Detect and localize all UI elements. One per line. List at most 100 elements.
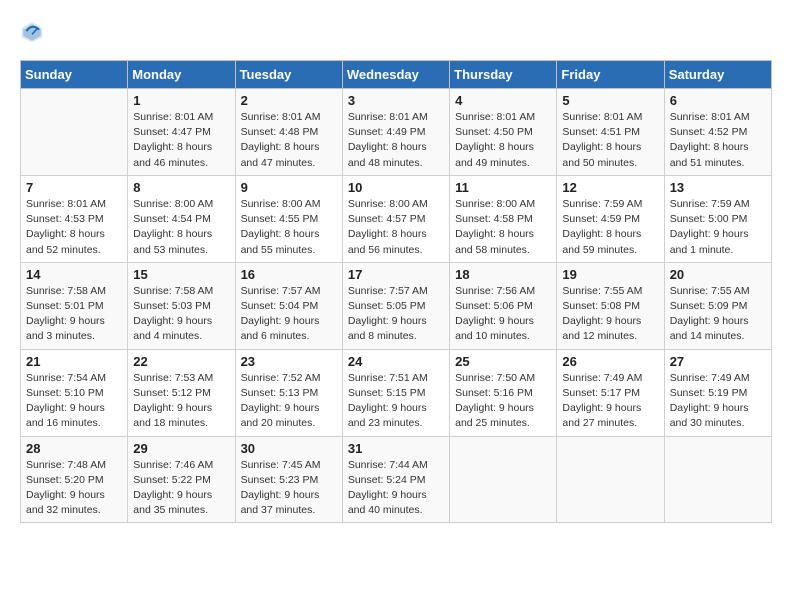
day-info: Sunrise: 7:54 AM Sunset: 5:10 PM Dayligh… [26,371,122,432]
day-number: 22 [133,354,229,369]
day-number: 3 [348,93,444,108]
calendar-cell: 19Sunrise: 7:55 AM Sunset: 5:08 PM Dayli… [557,262,664,349]
column-header-thursday: Thursday [450,61,557,89]
day-number: 21 [26,354,122,369]
day-info: Sunrise: 8:01 AM Sunset: 4:50 PM Dayligh… [455,110,551,171]
calendar-cell: 2 Sunrise: 8:01 AM Sunset: 4:48 PM Daylig… [235,89,342,176]
day-number: 2 [241,93,337,108]
day-info: Sunrise: 7:52 AM Sunset: 5:13 PM Dayligh… [241,371,337,432]
calendar-cell: 9Sunrise: 8:00 AM Sunset: 4:55 PM Daylig… [235,175,342,262]
day-number: 23 [241,354,337,369]
calendar-cell: 4 Sunrise: 8:01 AM Sunset: 4:50 PM Daylig… [450,89,557,176]
calendar-cell: 14Sunrise: 7:58 AM Sunset: 5:01 PM Dayli… [21,262,128,349]
calendar-cell: 20Sunrise: 7:55 AM Sunset: 5:09 PM Dayli… [664,262,771,349]
day-info: Sunrise: 7:51 AM Sunset: 5:15 PM Dayligh… [348,371,444,432]
day-number: 8 [133,180,229,195]
day-info: Sunrise: 8:00 AM Sunset: 4:54 PM Dayligh… [133,197,229,258]
day-number: 18 [455,267,551,282]
day-info: Sunrise: 7:59 AM Sunset: 5:00 PM Dayligh… [670,197,766,258]
calendar-cell [450,436,557,523]
day-info: Sunrise: 7:56 AM Sunset: 5:06 PM Dayligh… [455,284,551,345]
day-info: Sunrise: 7:44 AM Sunset: 5:24 PM Dayligh… [348,458,444,519]
day-number: 13 [670,180,766,195]
calendar-cell [664,436,771,523]
day-info: Sunrise: 7:58 AM Sunset: 5:03 PM Dayligh… [133,284,229,345]
day-number: 1 [133,93,229,108]
day-info: Sunrise: 7:49 AM Sunset: 5:19 PM Dayligh… [670,371,766,432]
calendar-cell: 16 Sunrise: 7:57 AM Sunset: 5:04 PM Dayli… [235,262,342,349]
day-info: Sunrise: 7:59 AM Sunset: 4:59 PM Dayligh… [562,197,658,258]
day-number: 28 [26,441,122,456]
day-info: Sunrise: 7:48 AM Sunset: 5:20 PM Dayligh… [26,458,122,519]
calendar-cell: 29 Sunrise: 7:46 AM Sunset: 5:22 PM Dayli… [128,436,235,523]
calendar-cell: 7 Sunrise: 8:01 AM Sunset: 4:53 PM Daylig… [21,175,128,262]
calendar-week-5: 28 Sunrise: 7:48 AM Sunset: 5:20 PM Dayli… [21,436,772,523]
calendar-cell: 25 Sunrise: 7:50 AM Sunset: 5:16 PM Dayli… [450,349,557,436]
day-info: Sunrise: 7:46 AM Sunset: 5:22 PM Dayligh… [133,458,229,519]
day-info: Sunrise: 7:45 AM Sunset: 5:23 PM Dayligh… [241,458,337,519]
day-number: 25 [455,354,551,369]
day-number: 15 [133,267,229,282]
calendar-cell: 27Sunrise: 7:49 AM Sunset: 5:19 PM Dayli… [664,349,771,436]
calendar-cell: 3 Sunrise: 8:01 AM Sunset: 4:49 PM Daylig… [342,89,449,176]
calendar-cell: 26Sunrise: 7:49 AM Sunset: 5:17 PM Dayli… [557,349,664,436]
column-header-wednesday: Wednesday [342,61,449,89]
day-number: 7 [26,180,122,195]
day-number: 10 [348,180,444,195]
column-header-tuesday: Tuesday [235,61,342,89]
day-info: Sunrise: 8:01 AM Sunset: 4:49 PM Dayligh… [348,110,444,171]
calendar-cell [557,436,664,523]
calendar-cell: 13 Sunrise: 7:59 AM Sunset: 5:00 PM Dayli… [664,175,771,262]
calendar-cell: 6 Sunrise: 8:01 AM Sunset: 4:52 PM Daylig… [664,89,771,176]
calendar-table: SundayMondayTuesdayWednesdayThursdayFrid… [20,60,772,523]
calendar-week-1: 1 Sunrise: 8:01 AM Sunset: 4:47 PM Daylig… [21,89,772,176]
day-number: 31 [348,441,444,456]
day-info: Sunrise: 8:01 AM Sunset: 4:53 PM Dayligh… [26,197,122,258]
calendar-cell: 30 Sunrise: 7:45 AM Sunset: 5:23 PM Dayli… [235,436,342,523]
page-header [20,20,772,44]
calendar-cell: 8 Sunrise: 8:00 AM Sunset: 4:54 PM Daylig… [128,175,235,262]
column-headers: SundayMondayTuesdayWednesdayThursdayFrid… [21,61,772,89]
calendar-cell: 12 Sunrise: 7:59 AM Sunset: 4:59 PM Dayli… [557,175,664,262]
day-number: 6 [670,93,766,108]
day-number: 5 [562,93,658,108]
day-number: 29 [133,441,229,456]
day-info: Sunrise: 7:57 AM Sunset: 5:04 PM Dayligh… [241,284,337,345]
calendar-cell: 22 Sunrise: 7:53 AM Sunset: 5:12 PM Dayli… [128,349,235,436]
day-info: Sunrise: 7:57 AM Sunset: 5:05 PM Dayligh… [348,284,444,345]
day-number: 11 [455,180,551,195]
calendar-week-3: 14Sunrise: 7:58 AM Sunset: 5:01 PM Dayli… [21,262,772,349]
calendar-cell: 21 Sunrise: 7:54 AM Sunset: 5:10 PM Dayli… [21,349,128,436]
calendar-cell [21,89,128,176]
day-number: 26 [562,354,658,369]
day-number: 16 [241,267,337,282]
day-number: 9 [241,180,337,195]
day-number: 24 [348,354,444,369]
calendar-cell: 5 Sunrise: 8:01 AM Sunset: 4:51 PM Daylig… [557,89,664,176]
day-number: 4 [455,93,551,108]
column-header-friday: Friday [557,61,664,89]
day-number: 30 [241,441,337,456]
day-info: Sunrise: 7:50 AM Sunset: 5:16 PM Dayligh… [455,371,551,432]
logo [20,20,48,44]
day-number: 12 [562,180,658,195]
calendar-cell: 15 Sunrise: 7:58 AM Sunset: 5:03 PM Dayli… [128,262,235,349]
calendar-week-4: 21 Sunrise: 7:54 AM Sunset: 5:10 PM Dayli… [21,349,772,436]
calendar-cell: 11 Sunrise: 8:00 AM Sunset: 4:58 PM Dayli… [450,175,557,262]
day-info: Sunrise: 8:01 AM Sunset: 4:47 PM Dayligh… [133,110,229,171]
calendar-cell: 28 Sunrise: 7:48 AM Sunset: 5:20 PM Dayli… [21,436,128,523]
day-info: Sunrise: 7:55 AM Sunset: 5:08 PM Dayligh… [562,284,658,345]
day-info: Sunrise: 7:53 AM Sunset: 5:12 PM Dayligh… [133,371,229,432]
day-info: Sunrise: 8:01 AM Sunset: 4:48 PM Dayligh… [241,110,337,171]
column-header-sunday: Sunday [21,61,128,89]
day-info: Sunrise: 8:00 AM Sunset: 4:57 PM Dayligh… [348,197,444,258]
day-info: Sunrise: 7:55 AM Sunset: 5:09 PM Dayligh… [670,284,766,345]
calendar-cell: 18 Sunrise: 7:56 AM Sunset: 5:06 PM Dayli… [450,262,557,349]
calendar-cell: 1 Sunrise: 8:01 AM Sunset: 4:47 PM Daylig… [128,89,235,176]
calendar-cell: 23 Sunrise: 7:52 AM Sunset: 5:13 PM Dayli… [235,349,342,436]
calendar-week-2: 7 Sunrise: 8:01 AM Sunset: 4:53 PM Daylig… [21,175,772,262]
calendar-cell: 17Sunrise: 7:57 AM Sunset: 5:05 PM Dayli… [342,262,449,349]
day-info: Sunrise: 8:00 AM Sunset: 4:58 PM Dayligh… [455,197,551,258]
day-info: Sunrise: 8:01 AM Sunset: 4:52 PM Dayligh… [670,110,766,171]
day-info: Sunrise: 8:01 AM Sunset: 4:51 PM Dayligh… [562,110,658,171]
